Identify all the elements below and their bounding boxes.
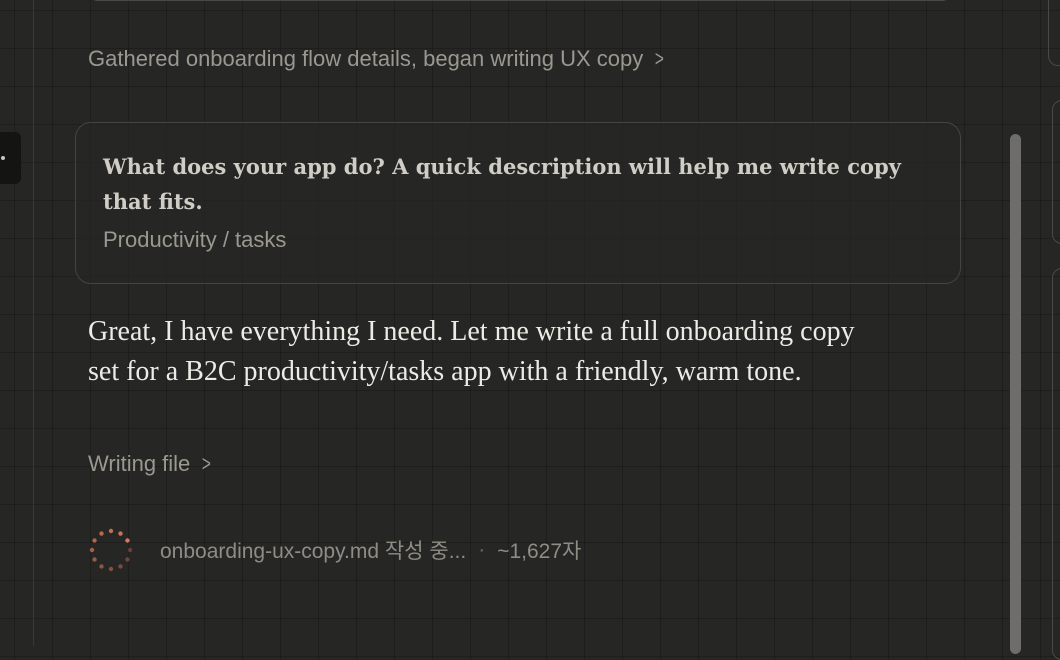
- activity-summary-text: Gathered onboarding flow details, began …: [88, 46, 644, 71]
- spinner-dot: [108, 528, 114, 534]
- loading-spinner-icon: [89, 528, 133, 572]
- spinner-dot: [125, 557, 130, 562]
- chevron-right-icon: >: [202, 451, 212, 476]
- scrollbar-thumb[interactable]: [1010, 134, 1021, 654]
- writing-file-label: Writing file: [88, 451, 191, 476]
- spinner-dot: [108, 566, 114, 572]
- side-panel-top: [1048, 0, 1060, 66]
- character-count: ~1,627자: [497, 540, 582, 563]
- assistant-message: Great, I have everything I need. Let me …: [88, 316, 855, 387]
- spinner-dot: [127, 547, 133, 553]
- spinner-dot: [92, 538, 97, 543]
- file-progress-text: onboarding-ux-copy.md 작성 중...: [160, 540, 467, 563]
- question-text: What does your app do? A quick descripti…: [103, 154, 901, 214]
- sidebar-divider: [33, 0, 34, 646]
- file-writing-status: onboarding-ux-copy.md 작성 중... · ~1,627자: [88, 527, 581, 573]
- spinner-dot: [99, 531, 104, 536]
- chevron-right-icon: >: [655, 46, 665, 71]
- spinner-dot: [125, 538, 130, 543]
- handle-dot-icon: [1, 156, 5, 160]
- previous-block: [88, 0, 952, 1]
- writing-file-toggle[interactable]: Writing file >: [88, 451, 213, 477]
- sidebar-toggle-handle[interactable]: [0, 132, 21, 184]
- side-panel-middle: [1052, 100, 1060, 244]
- answer-text: Productivity / tasks: [103, 227, 287, 252]
- status-separator: ·: [478, 538, 486, 561]
- spinner-dot: [89, 547, 95, 553]
- spinner-dot: [118, 564, 123, 569]
- spinner-dot: [118, 531, 123, 536]
- question-answer-card: What does your app do? A quick descripti…: [75, 122, 961, 284]
- side-panel-bottom: [1052, 268, 1060, 660]
- spinner-dot: [92, 557, 97, 562]
- activity-summary-toggle[interactable]: Gathered onboarding flow details, began …: [88, 46, 666, 72]
- spinner-dot: [99, 564, 104, 569]
